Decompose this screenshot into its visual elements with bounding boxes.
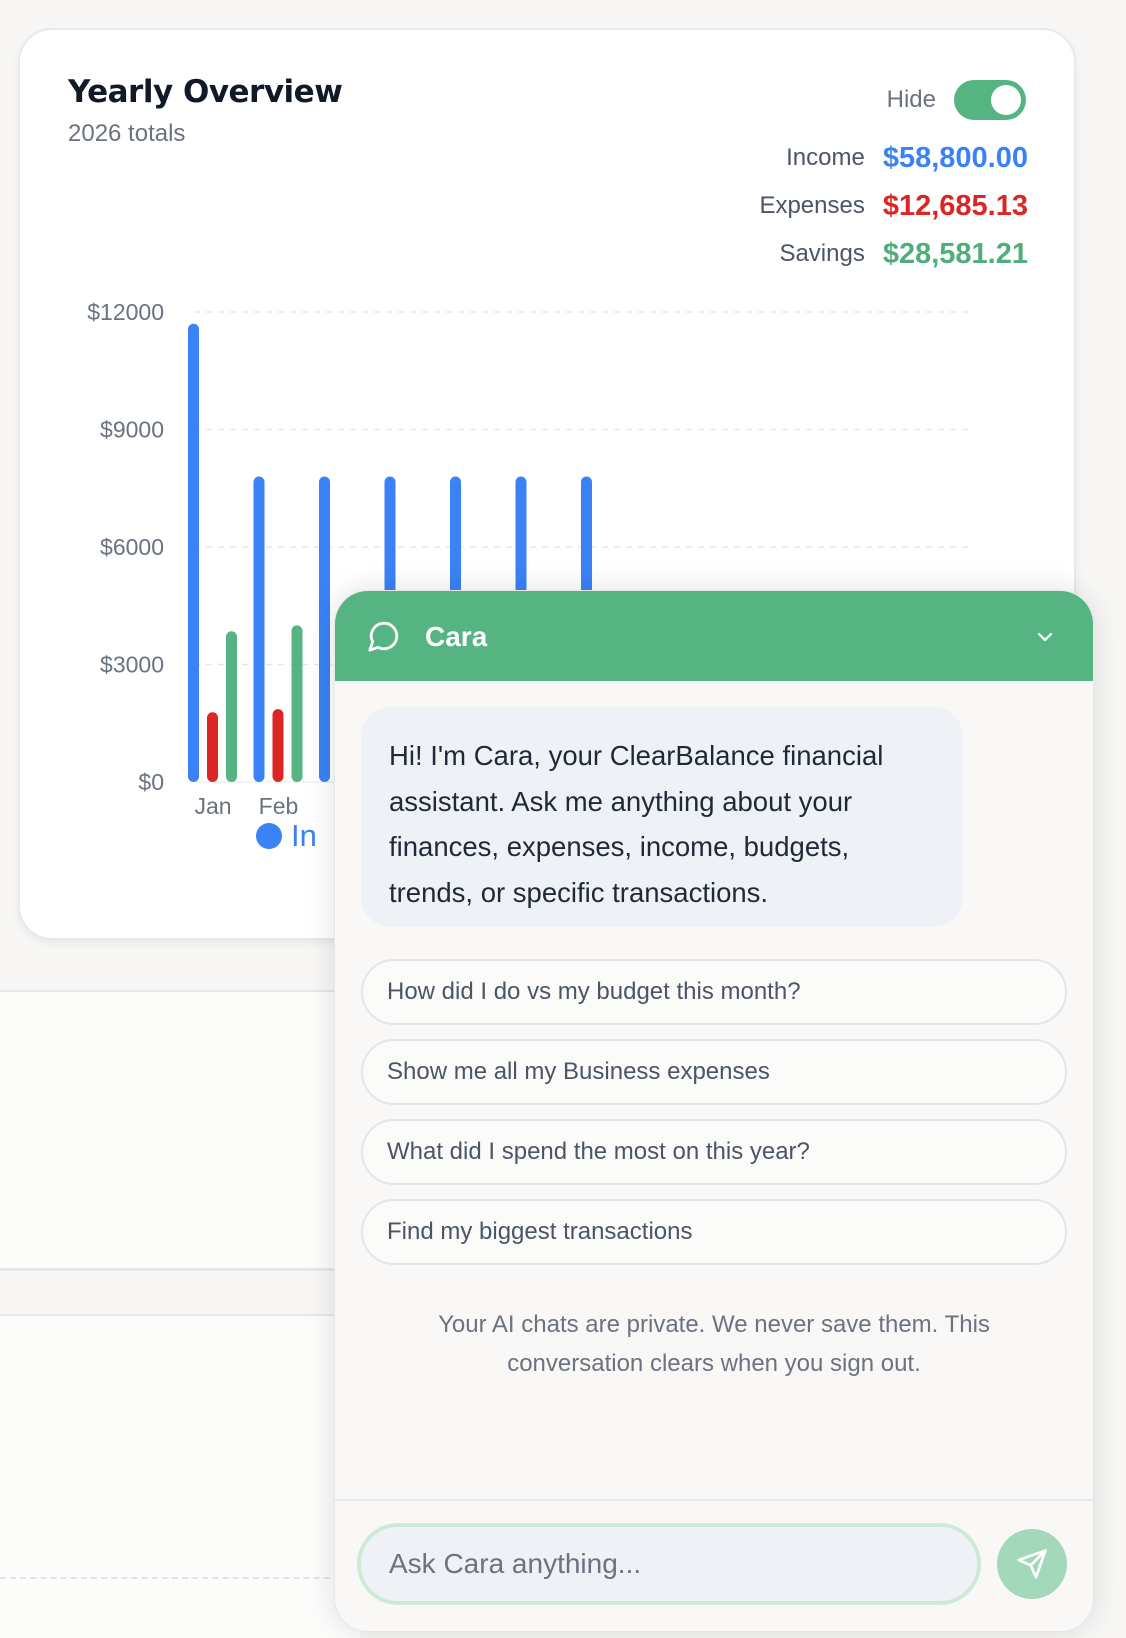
suggestion-chip[interactable]: Find my biggest transactions [361,1199,1067,1265]
x-tick-label: Feb [259,793,299,819]
x-tick-label: Jan [194,793,231,819]
bar-expenses [272,709,284,782]
expenses-label: Expenses [759,192,865,219]
bar-savings [291,625,303,782]
chat-input[interactable] [357,1523,981,1605]
y-tick-label: $9000 [100,417,164,443]
toggle-knob [991,85,1021,115]
chat-header[interactable]: Cara [335,591,1093,681]
income-value: $58,800.00 [882,141,1028,174]
totals-summary: Income $58,800.00 Expenses $12,685.13 Sa… [759,134,1028,278]
savings-value: $28,581.21 [882,237,1028,270]
y-tick-label: $3000 [100,652,164,678]
total-income-row: Income $58,800.00 [759,134,1028,182]
bar-expenses [207,712,218,782]
bar-income [319,476,330,782]
y-tick-label: $0 [138,769,164,795]
chat-bubble-icon [368,621,399,652]
expenses-value: $12,685.13 [882,189,1028,222]
suggestion-chip[interactable]: What did I spend the most on this year? [361,1119,1067,1185]
hide-toggle[interactable] [954,80,1026,120]
income-label: Income [786,144,865,171]
y-tick-label: $6000 [100,534,164,560]
legend-dot-income [256,823,282,849]
total-expenses-row: Expenses $12,685.13 [759,182,1028,230]
chevron-down-icon[interactable] [1033,625,1057,649]
suggestion-chip[interactable]: How did I do vs my budget this month? [361,959,1067,1025]
chat-footer [335,1499,1093,1631]
background-gridline [0,1577,360,1579]
card-subtitle: 2026 totals [68,120,186,147]
background-panel [0,990,360,1271]
bar-income [188,323,199,782]
bar-income [253,476,265,782]
suggestion-chip[interactable]: Show me all my Business expenses [361,1039,1067,1105]
assistant-message: Hi! I'm Cara, your ClearBalance financia… [361,707,963,927]
savings-label: Savings [779,240,865,267]
card-title: Yearly Overview [68,74,343,110]
chat-widget: Cara Hi! I'm Cara, your ClearBalance fin… [334,590,1094,1632]
chat-title: Cara [425,621,488,652]
bar-savings [226,631,237,782]
hide-label: Hide [886,86,936,113]
legend-label-income: In [291,818,317,853]
privacy-note: Your AI chats are private. We never save… [438,1311,990,1377]
send-button[interactable] [997,1529,1067,1599]
y-tick-label: $12000 [87,299,164,325]
send-icon [1017,1549,1047,1579]
hide-row: Hide [887,80,1026,120]
background-panel [0,1314,360,1638]
total-savings-row: Savings $28,581.21 [759,230,1028,278]
